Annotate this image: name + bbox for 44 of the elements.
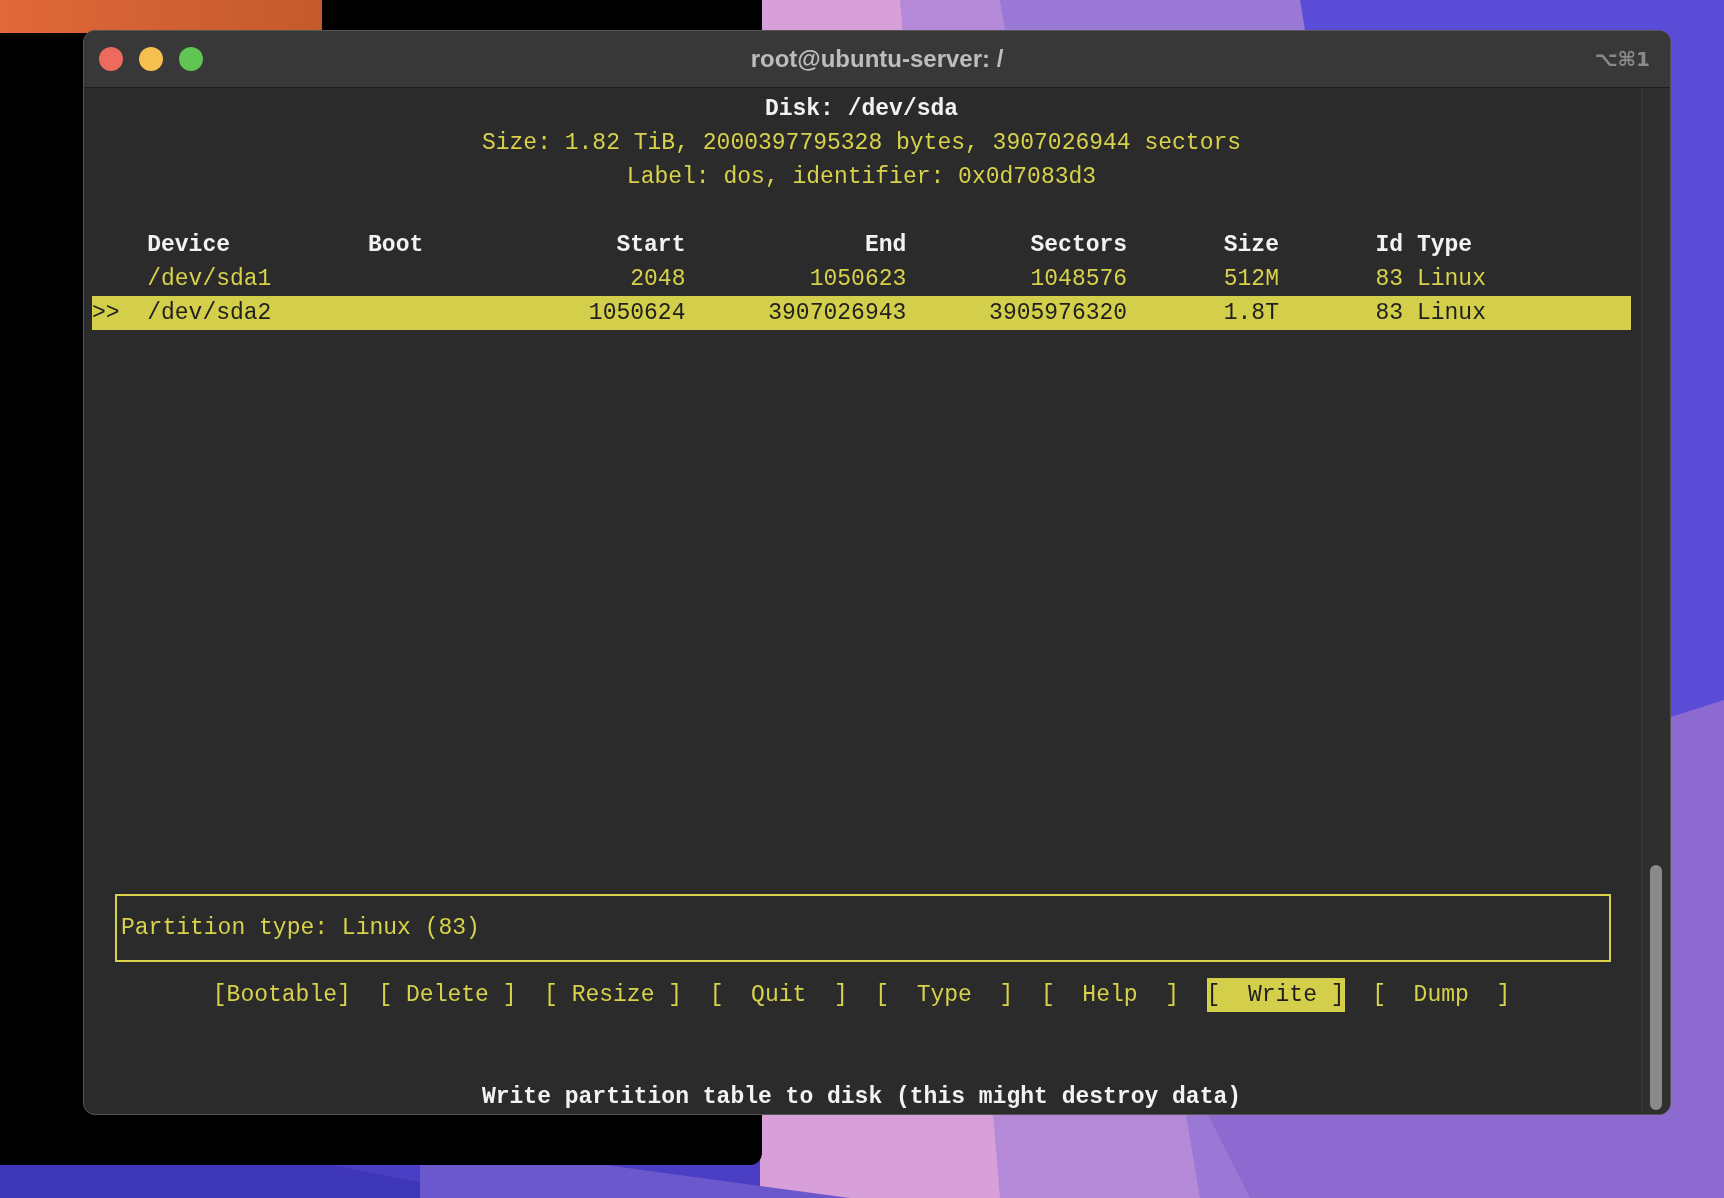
table-cell: 1050624 — [588, 300, 686, 326]
menu-button[interactable]: [ Quit ] — [709, 978, 848, 1012]
scrollbar-thumb[interactable] — [1650, 865, 1662, 1110]
disk-title: Disk: /dev/sda — [764, 95, 959, 124]
partition-type-text: Partition type: Linux (83) — [121, 915, 480, 941]
menu-button[interactable]: [Bootable] — [212, 978, 351, 1012]
column-header: Size — [1222, 231, 1279, 260]
column-header: Sectors — [1029, 231, 1128, 260]
column-header: End — [863, 231, 907, 260]
column-header: Start — [615, 231, 686, 260]
table-cell: Linux — [1416, 300, 1486, 326]
table-cell: 1048576 — [1030, 266, 1128, 292]
menu-button[interactable]: [ Delete ] — [378, 978, 517, 1012]
row-marker: >> — [92, 300, 120, 326]
table-cell: /dev/sda2 — [147, 300, 272, 326]
menu-button[interactable]: [ Type ] — [875, 978, 1014, 1012]
column-header: Boot — [368, 231, 425, 260]
menu-button[interactable]: [ Dump ] — [1372, 978, 1511, 1012]
table-cell: Linux — [1416, 266, 1486, 292]
table-cell: 1.8T — [1223, 300, 1279, 326]
menu-button[interactable]: [ Resize ] — [544, 978, 683, 1012]
disk-label: Label: dos, identifier: 0x0d7083d3 — [626, 163, 1097, 192]
minimize-button[interactable] — [139, 47, 163, 71]
column-header: Type — [1415, 231, 1474, 260]
partition-row[interactable]: >> /dev/sda2 1050624 3907026943 3905976320 1.8T 83 Linux — [92, 296, 1631, 330]
table-cell: 2048 — [630, 266, 686, 292]
status-text: Write partition table to disk (this might destroy data) — [481, 1083, 1242, 1112]
table-cell: 83 — [1375, 300, 1404, 326]
table-cell: 1050623 — [809, 266, 907, 292]
disk-size: Size: 1.82 TiB, 2000397795328 bytes, 3907026944 sectors — [481, 129, 1242, 158]
shortcut-label: ⌥⌘1 — [1594, 47, 1650, 71]
column-header: Id — [1374, 231, 1404, 260]
menu-button[interactable]: [ Write ] — [1206, 978, 1345, 1012]
table-cell: 3905976320 — [989, 300, 1128, 326]
column-header: Device — [147, 231, 232, 260]
menu-button[interactable]: [ Help ] — [1040, 978, 1179, 1012]
partition-row[interactable]: /dev/sda1 2048 1050623 1048576 512M 83 Linux — [92, 262, 1631, 296]
table-cell: 3907026943 — [768, 300, 907, 326]
window-title: root@ubuntu-server: / — [750, 45, 1004, 73]
table-cell: /dev/sda1 — [147, 266, 272, 292]
close-button[interactable] — [99, 47, 123, 71]
maximize-button[interactable] — [179, 47, 203, 71]
table-cell: 83 — [1375, 266, 1404, 292]
table-cell: 512M — [1223, 266, 1279, 292]
